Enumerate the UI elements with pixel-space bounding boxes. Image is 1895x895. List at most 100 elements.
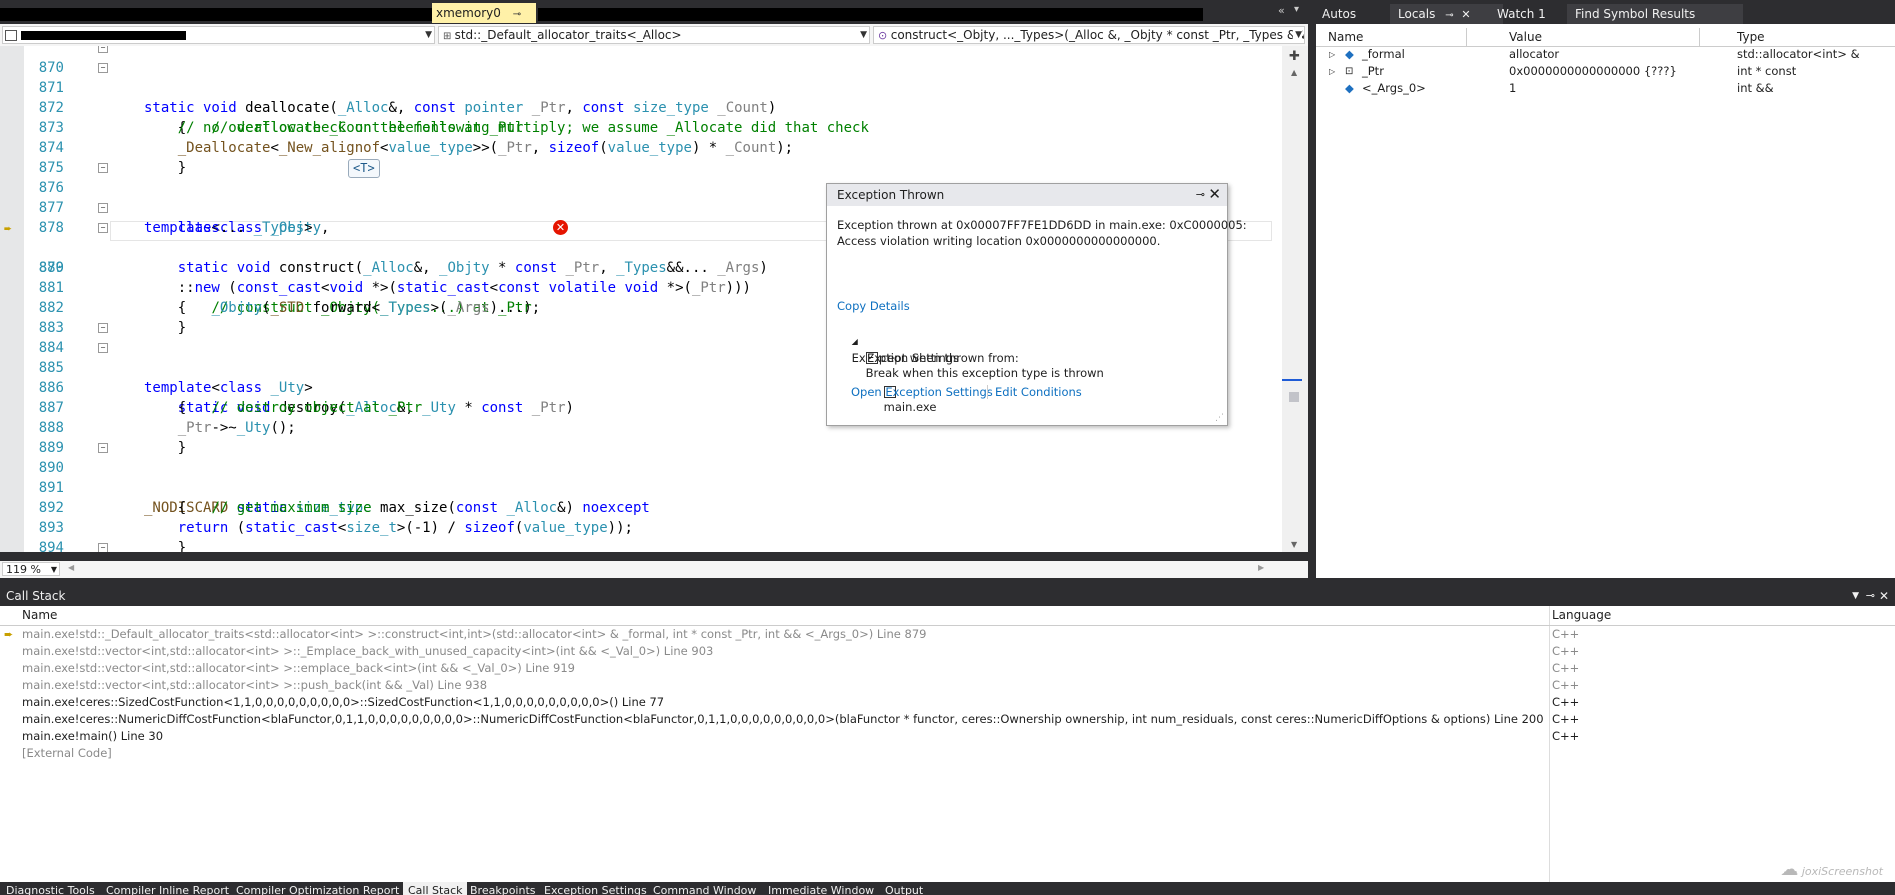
member-label: construct<_Objty, ..._Types>(_Alloc &, _… [890, 28, 1305, 42]
code-line[interactable]: 890 − _NODISCARD static size_type max_si… [0, 438, 1270, 516]
column-header-value[interactable]: Value [1509, 28, 1700, 46]
tab-xmemory0[interactable]: xmemory0 ⊸ ✕ [432, 3, 536, 42]
tab-diagnostic-tools[interactable]: Diagnostic Tools [6, 882, 95, 895]
open-exception-settings-link[interactable]: Open Exception Settings [851, 384, 993, 400]
callstack-row[interactable]: main.exe!main() Line 30 C++ [0, 728, 1895, 745]
fold-toggle[interactable]: − [98, 343, 108, 353]
pin-icon[interactable]: ⊸ [513, 9, 521, 20]
callstack-row[interactable]: ➨ main.exe!std::_Default_allocator_trait… [0, 626, 1895, 643]
code-line[interactable]: 870 − static void deallocate(_Alloc&, co… [0, 46, 1270, 116]
method-icon: ⊙ [878, 29, 891, 42]
locals-row[interactable]: ▷ ⊡ _Ptr 0x0000000000000000 {???} int * … [1316, 63, 1895, 80]
expand-arrow-icon[interactable]: ▷ [1329, 46, 1335, 63]
exception-message-line1: Exception thrown at 0x00007FF7FE1DD6DD i… [837, 218, 1247, 232]
pin-icon[interactable]: ⊸ [1196, 184, 1205, 206]
current-statement-arrow-icon: ➨ [4, 222, 12, 237]
editor-tab-bar: xmemory0 ⊸ ✕ « ▾ [0, 0, 1308, 42]
var-value[interactable]: 1 [1509, 80, 1516, 97]
fold-toggle[interactable]: − [98, 223, 108, 233]
column-header-language[interactable]: Language [1552, 608, 1611, 622]
redacted-tab-2[interactable] [538, 8, 1203, 21]
window-menu-icon[interactable]: ▼ [1852, 586, 1859, 606]
code-line[interactable]: 893 } [0, 498, 1270, 552]
zoom-combo[interactable]: 119 % ▼ [2, 562, 60, 576]
callstack-row[interactable]: [External Code] [0, 745, 1895, 762]
tab-compiler-inline-report[interactable]: Compiler Inline Report [106, 882, 229, 895]
callstack-row[interactable]: main.exe!std::vector<int,std::allocator<… [0, 677, 1895, 694]
tab-watch-1[interactable]: Watch 1 [1489, 4, 1554, 24]
tab-immediate-window[interactable]: Immediate Window [768, 882, 874, 895]
tab-output[interactable]: Output [885, 882, 923, 895]
callstack-row[interactable]: main.exe!std::vector<int,std::allocator<… [0, 660, 1895, 677]
locals-row[interactable]: ◆ <_Args_0> 1 int && [1316, 80, 1895, 97]
code-line[interactable]: 873 _Deallocate<_New_alignof<value_type>… [0, 98, 1270, 156]
tab-breakpoints[interactable]: Breakpoints [470, 882, 536, 895]
tab-dropdown-icon[interactable]: ▾ [1294, 4, 1299, 15]
scroll-down-icon[interactable]: ▼ [1291, 540, 1297, 549]
column-header-type[interactable]: Type [1737, 28, 1887, 46]
locals-row[interactable]: ▷ ◆ _formal allocator std::allocator<int… [1316, 46, 1895, 63]
tab-exception-settings[interactable]: Exception Settings [544, 882, 647, 895]
column-header-name[interactable]: Name [1328, 28, 1467, 46]
tab-find-symbol-results[interactable]: Find Symbol Results [1567, 4, 1743, 24]
code-line[interactable]: 876 − template<class _Objty, <T> [0, 158, 1270, 236]
fold-toggle[interactable]: − [98, 443, 108, 453]
code-line[interactable]: 891 { // get maximum size [0, 458, 1270, 516]
edit-conditions-link[interactable]: Edit Conditions [995, 384, 1082, 400]
scope-label: std::_Default_allocator_traits<_Alloc> [454, 28, 682, 42]
tab-locals[interactable]: Locals ⊸ ✕ [1390, 4, 1503, 24]
fold-toggle[interactable]: − [98, 63, 108, 73]
var-value[interactable]: allocator [1509, 46, 1559, 63]
fold-toggle[interactable]: − [98, 46, 108, 53]
scroll-tabs-icon[interactable]: « [1278, 4, 1285, 17]
project-combo[interactable]: ▼ [2, 26, 435, 44]
var-type: int * const [1737, 64, 1797, 78]
fold-toggle[interactable]: − [98, 323, 108, 333]
code-line[interactable]: 874 } [0, 118, 1270, 176]
tab-command-window[interactable]: Command Window [653, 882, 756, 895]
tab-autos[interactable]: Autos [1314, 4, 1364, 24]
scroll-right-icon[interactable]: ▶ [1258, 563, 1264, 572]
scroll-left-icon[interactable]: ◀ [68, 563, 74, 572]
scroll-thumb[interactable] [1289, 392, 1299, 402]
redacted-tab-1[interactable] [0, 8, 432, 21]
resize-grip-icon[interactable]: ⋰ [1215, 413, 1224, 423]
expand-arrow-icon[interactable]: ▷ [1329, 63, 1335, 80]
checkbox-label: main.exe [883, 400, 937, 414]
callstack-titlebar: Call Stack ▼ ⊸ ✕ [0, 586, 1895, 606]
code-line[interactable]: 872 // no overflow check on the followin… [0, 78, 1270, 136]
code-line[interactable]: 871 − { // deallocate _Count elements at… [0, 58, 1270, 136]
var-value[interactable]: 0x0000000000000000 {???} [1509, 63, 1677, 80]
tab-label: xmemory0 [436, 6, 501, 20]
template-hint-badge[interactable]: <T> [348, 159, 380, 178]
fold-toggle[interactable]: − [98, 203, 108, 213]
editor-vertical-scrollbar[interactable]: ✚ ▲ ▼ [1282, 46, 1308, 552]
code-line[interactable]: 892 return (static_cast<size_t>(-1) / si… [0, 478, 1270, 536]
tab-compiler-optimization-report[interactable]: Compiler Optimization Report [236, 882, 399, 895]
copy-details-link[interactable]: Copy Details [837, 298, 910, 314]
fold-toggle[interactable]: − [98, 543, 108, 552]
callstack-row[interactable]: main.exe!std::vector<int,std::allocator<… [0, 643, 1895, 660]
popup-title: Exception Thrown [837, 188, 945, 202]
error-icon[interactable]: ✕ [553, 220, 568, 235]
code-line[interactable]: 894 [0, 518, 1270, 552]
scroll-up-icon[interactable]: ▲ [1291, 68, 1297, 77]
frame-language: C++ [1552, 695, 1580, 709]
frame-name: main.exe!std::_Default_allocator_traits<… [22, 627, 927, 641]
column-header-name[interactable]: Name [22, 608, 57, 622]
pin-icon[interactable]: ⊸ [1866, 586, 1875, 606]
callstack-row[interactable]: main.exe!ceres::SizedCostFunction<1,1,0,… [0, 694, 1895, 711]
split-icon[interactable]: ✚ [1289, 49, 1300, 64]
fold-toggle[interactable]: − [98, 163, 108, 173]
pin-icon[interactable]: ⊸ [1445, 10, 1453, 21]
close-icon[interactable]: ✕ [1461, 8, 1470, 21]
tab-call-stack[interactable]: Call Stack [403, 882, 468, 895]
scope-combo[interactable]: ⊞ std::_Default_allocator_traits<_Alloc>… [438, 26, 870, 44]
member-combo[interactable]: ⊙ construct<_Objty, ..._Types>(_Alloc &,… [873, 26, 1305, 44]
code-line[interactable]: 875 [0, 138, 1270, 176]
panel-splitter[interactable] [0, 578, 1895, 584]
close-icon[interactable]: ✕ [1879, 586, 1889, 606]
callstack-row[interactable]: main.exe!ceres::NumericDiffCostFunction<… [0, 711, 1895, 728]
close-icon[interactable]: ✕ [1208, 183, 1221, 205]
code-line[interactable]: 895 − _NODISCARD static _Alloc select_on… [0, 538, 1270, 552]
